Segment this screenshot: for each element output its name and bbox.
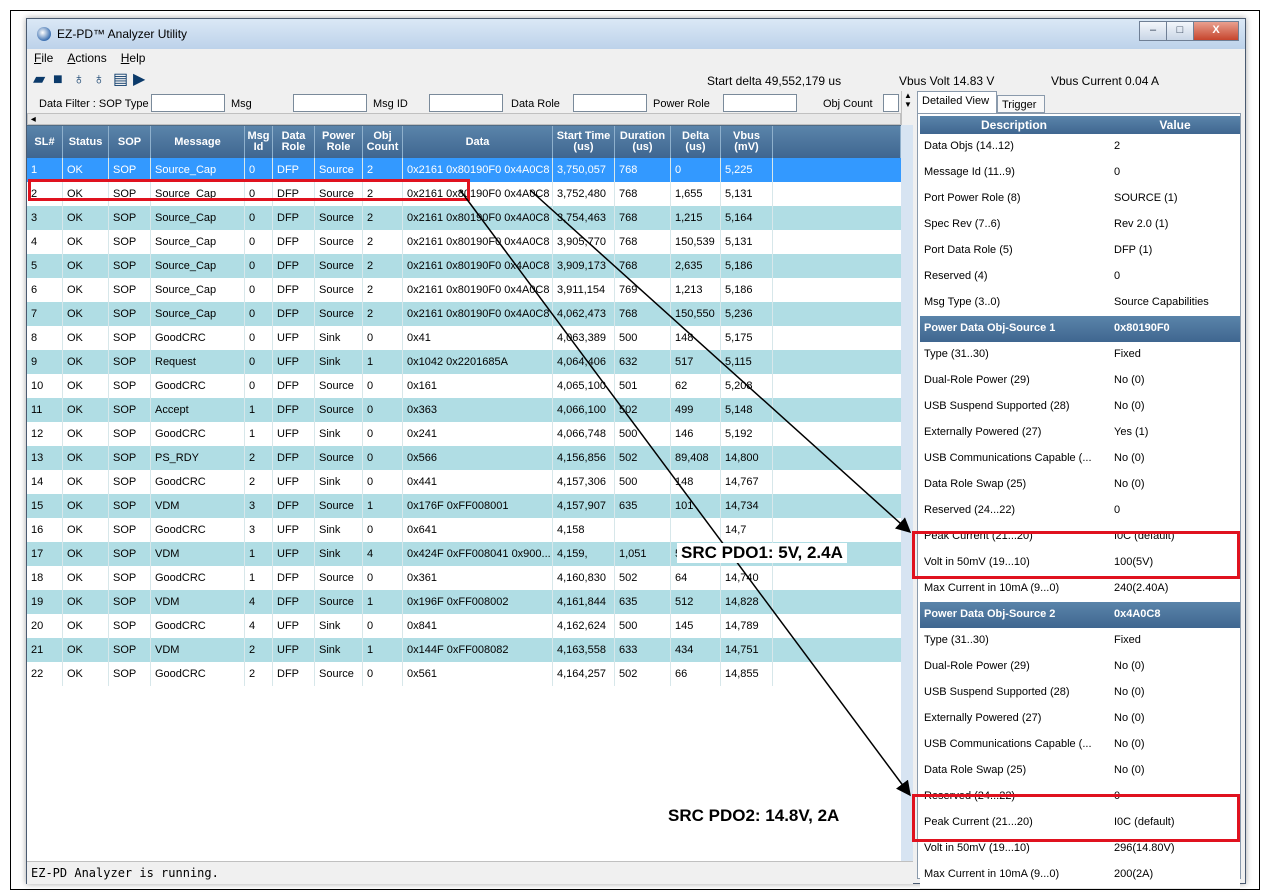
annotation-arrows [459,189,912,797]
pdo1-annotation: SRC PDO1: 5V, 2.4A [677,543,847,563]
pdo2-annotation: SRC PDO2: 14.8V, 2A [664,806,844,826]
arrow-pdo2 [459,189,911,797]
